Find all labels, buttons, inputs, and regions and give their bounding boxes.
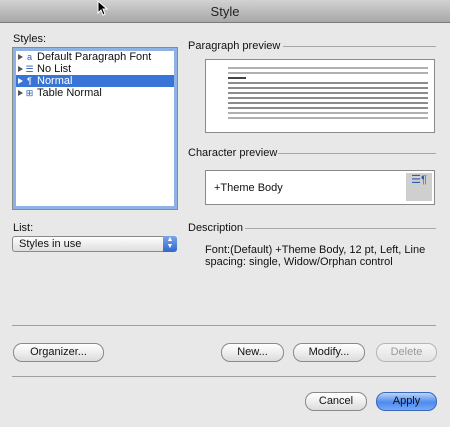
list-select[interactable]: Styles in use ▲ ▼ — [12, 236, 177, 252]
description-label: Description — [188, 222, 244, 234]
style-item-label: Default Paragraph Font — [37, 51, 152, 63]
character-preview-box: +Theme Body ☰¶ — [205, 170, 435, 205]
cancel-button[interactable]: Cancel — [305, 392, 367, 411]
style-item-no-list[interactable]: ☰ No List — [16, 63, 174, 75]
separator-bottom — [12, 376, 436, 377]
paragraph-preview-label: Paragraph preview — [188, 40, 281, 52]
disclosure-triangle-icon[interactable] — [18, 54, 23, 61]
title-bar[interactable]: Style — [0, 0, 450, 23]
organizer-button[interactable]: Organizer... — [13, 343, 104, 362]
description-text: Font:(Default) +Theme Body, 12 pt, Left,… — [205, 244, 426, 268]
disclosure-triangle-icon[interactable] — [18, 66, 23, 73]
separator-top — [12, 325, 436, 326]
style-item-normal[interactable]: ¶ Normal — [16, 75, 174, 87]
window-title: Style — [210, 4, 240, 19]
table-style-icon: ⊞ — [25, 87, 34, 98]
disclosure-triangle-icon[interactable] — [18, 78, 23, 85]
style-item-default-paragraph-font[interactable]: a Default Paragraph Font — [16, 51, 174, 63]
style-item-table-normal[interactable]: ⊞ Table Normal — [16, 87, 174, 99]
paragraph-preview-divider — [283, 46, 436, 47]
styles-label: Styles: — [13, 33, 47, 45]
style-item-label: Normal — [37, 75, 73, 87]
modify-button[interactable]: Modify... — [293, 343, 365, 362]
mouse-cursor-icon — [97, 0, 109, 16]
paragraph-mark-icon: ☰¶ — [406, 173, 432, 201]
character-preview-divider — [278, 153, 436, 154]
style-item-label: Table Normal — [37, 87, 102, 99]
up-down-arrows-icon: ▲ ▼ — [163, 236, 177, 252]
character-preview-text: +Theme Body — [214, 182, 283, 194]
character-preview-label: Character preview — [188, 147, 278, 159]
apply-button[interactable]: Apply — [376, 392, 437, 411]
style-item-label: No List — [37, 63, 72, 75]
list-label: List: — [13, 222, 34, 234]
delete-button[interactable]: Delete — [376, 343, 437, 362]
new-button[interactable]: New... — [221, 343, 284, 362]
description-divider — [245, 228, 436, 229]
character-style-icon: a — [26, 51, 32, 62]
paragraph-preview-box — [205, 59, 435, 133]
list-select-value: Styles in use — [19, 238, 82, 250]
disclosure-triangle-icon[interactable] — [18, 90, 23, 97]
styles-list[interactable]: a Default Paragraph Font ☰ No List ¶ Normal… — [12, 47, 178, 210]
paragraph-style-icon: ¶ — [27, 75, 32, 86]
list-style-icon: ☰ — [25, 63, 34, 74]
